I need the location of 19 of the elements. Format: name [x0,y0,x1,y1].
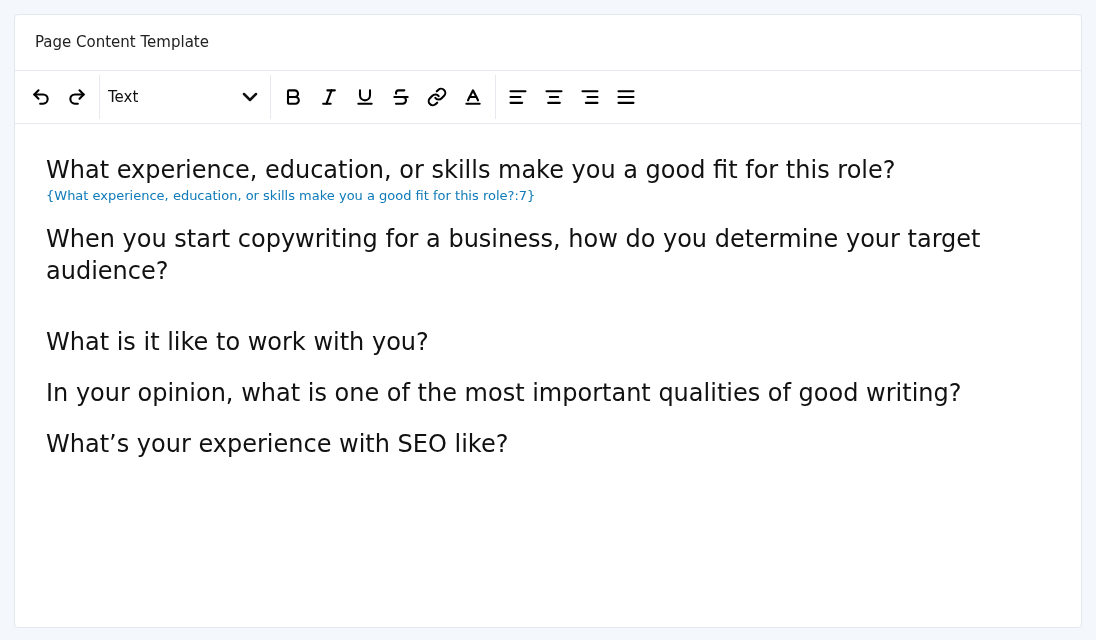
question-paragraph: When you start copywriting for a business, how do you determine your target audience? [46,224,982,287]
align-left-icon [508,87,528,107]
align-center-icon [544,87,564,107]
italic-icon [319,87,339,107]
strikethrough-icon [391,87,411,107]
font-color-icon [463,87,483,107]
placeholder-tag: {What experience, education, or skills make you a good fit for this role?:7} [46,188,1050,204]
underline-icon [355,87,375,107]
question-paragraph: What’s your experience with SEO like? [46,429,510,460]
question-paragraph: What experience, education, or skills make you a good fit for this role? [46,155,897,186]
question-paragraph: In your opinion, what is one of the most important qualities of good writing? [46,378,963,409]
align-right-icon [580,87,600,107]
card-title: Page Content Template [35,32,209,54]
undo-icon [31,87,51,107]
link-icon [427,87,447,107]
format-select[interactable]: Text [104,79,266,115]
question-paragraph: What is it like to work with you? [46,327,430,358]
justify-icon [616,87,636,107]
redo-icon [67,87,87,107]
